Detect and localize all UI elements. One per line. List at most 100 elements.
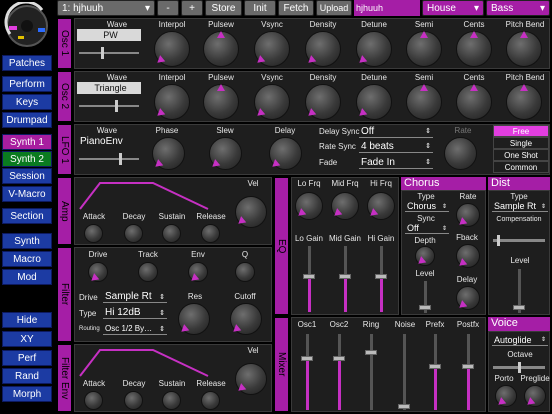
osc-1-wave-select[interactable]: PW [77,29,141,41]
preset-name-field[interactable]: hjhuuh [354,0,420,16]
sidebar-item-morph[interactable]: Morph [2,386,52,402]
tab-osc-1-label: Osc 1 [59,30,70,57]
sidebar-item-section[interactable]: Section [2,208,52,224]
tab-eq[interactable]: EQ [274,177,289,315]
sidebar-item-session[interactable]: Session [2,168,52,184]
voice-mode-select[interactable]: Autoglide ⇕ [492,334,548,346]
filter-track-knob[interactable] [138,262,158,282]
tab-osc-1[interactable]: Osc 1 [57,18,72,69]
sidebar-item-perform[interactable]: Perform [2,76,52,92]
voice-octave-slider[interactable] [493,362,545,373]
store-button[interactable]: Store [205,0,242,16]
tab-amp-label: Amp [59,200,70,222]
filter-env-attack-knob[interactable] [84,391,103,410]
sidebar-item-drumpad[interactable]: Drumpad [2,112,52,128]
lfo-mode-free[interactable]: Free [493,125,549,137]
preset-prev-button[interactable]: - [157,0,179,16]
chorus-type-select[interactable]: Chorus ⇕ [405,201,449,212]
sidebar-item-synth-2[interactable]: Synth 2 [2,151,52,167]
osc-1-wave-slider[interactable] [79,47,139,59]
dist-type-select[interactable]: Sample Rt ⇕ [492,201,548,212]
filter-drive-select[interactable]: Sample Rt ⇕ [103,291,167,303]
filter-res-label: Res [187,292,203,301]
filter-type-select[interactable]: Hi 12dB ⇕ [103,307,167,319]
amp-envelope-graph[interactable] [78,181,228,211]
lfo-mode-single[interactable]: Single [493,137,549,149]
amp-release-knob[interactable] [201,224,220,243]
lfo-rate-knob[interactable] [444,137,477,170]
sidebar-item-xy[interactable]: XY [2,331,52,347]
filter-env-release-knob[interactable] [201,391,220,410]
eq-hi-gain-fill [380,276,383,312]
amp-sustain-knob[interactable] [162,224,181,243]
lfo-1-panel: Wave PianoEnv Phase Slew Delay Delay Syn… [74,124,550,175]
app-logo[interactable] [2,0,52,52]
sidebar-item-keys[interactable]: Keys [2,94,52,110]
filter-routing-select[interactable]: Osc 1/2 By… ⇕ [103,323,167,335]
sidebar-item-perf[interactable]: Perf [2,350,52,366]
sidebar-item-patches[interactable]: Patches [2,55,52,71]
dist-compensation-label: Compensation [496,216,542,223]
lfo-delay-sync-select[interactable]: Off ⇕ [359,125,433,138]
filter-q-knob[interactable] [235,262,255,282]
mixer-ring-slider[interactable] [370,334,373,410]
lfo-mode-one-shot[interactable]: One Shot [493,149,549,161]
stepper-icon: ⇕ [425,128,431,135]
type-select[interactable]: Bass ▾ [486,0,550,16]
lfo-mode-common[interactable]: Common [493,161,549,173]
chorus-type-value: Chorus [407,201,437,211]
init-button[interactable]: Init [244,0,276,16]
osc-2-wave-select[interactable]: Triangle [77,82,141,94]
lfo-wave-select[interactable]: PianoEnv [77,135,141,147]
osc-2-wave-label: Wave [106,73,128,82]
stepper-icon: ⇕ [540,203,546,210]
tab-filter-env[interactable]: Filter Env [57,344,72,412]
preset-select[interactable]: 1: hjhuuh ▾ [57,0,155,16]
osc-2-wave-slider[interactable] [79,100,139,112]
filter-envelope-graph[interactable] [78,348,228,378]
filter-env-label: Env [191,250,205,259]
mixer-ring-label: Ring [362,320,380,329]
slider-handle [398,404,410,409]
tab-lfo-1[interactable]: LFO 1 [57,124,72,175]
tab-mixer[interactable]: Mixer [274,317,289,412]
sidebar-item-mod[interactable]: Mod [2,269,52,285]
preset-next-button[interactable]: + [181,0,203,16]
osc-1-density-label: Density [309,20,337,29]
sidebar-item-synth-1[interactable]: Synth 1 [2,134,52,150]
tab-filter-env-label: Filter Env [59,356,70,400]
sidebar-item-rand[interactable]: Rand [2,368,52,384]
tab-filter[interactable]: Filter [57,247,72,342]
dist-compensation-slider[interactable] [493,235,545,246]
mixer-prefx-label: Prefx [425,320,445,329]
amp-decay-knob[interactable] [124,224,143,243]
stepper-icon: ⇕ [425,159,431,166]
sidebar-item-v-macro[interactable]: V-Macro [2,186,52,202]
sidebar-item-hide[interactable]: Hide [2,312,52,328]
lfo-fade-select[interactable]: Fade In ⇕ [359,156,433,169]
tab-amp[interactable]: Amp [57,177,72,245]
lfo-delay-label: Delay [274,126,296,135]
fetch-button[interactable]: Fetch [278,0,314,16]
amp-attack-knob[interactable] [84,224,103,243]
knob-indicator-icon [420,31,428,38]
lfo-wave-slider[interactable] [79,153,139,165]
filter-env-sustain-knob[interactable] [162,391,181,410]
lfo-rate-sync-select[interactable]: 4 beats ⇕ [359,140,433,153]
stepper-icon: ⇕ [159,325,165,333]
osc-2-panel: Wave Triangle Interpol Pulsew Vsync Dens… [74,71,550,122]
type-label: Bass [491,2,514,14]
lfo-phase-label: Phase [155,126,179,135]
mixer-noise-slider[interactable] [403,334,406,410]
tab-filter-label: Filter [59,283,70,306]
sidebar-item-synth[interactable]: Synth [2,233,52,249]
category-select[interactable]: House ▾ [422,0,484,16]
category-label: House [427,2,456,14]
tab-osc-2[interactable]: Osc 2 [57,71,72,122]
sidebar-item-macro[interactable]: Macro [2,251,52,267]
osc-2-pulsew-label: Pulsew [208,73,234,82]
filter-env-decay-knob[interactable] [124,391,143,410]
chorus-type-label: Type [417,192,435,201]
chorus-sync-select[interactable]: Off ⇕ [405,223,449,234]
upload-button[interactable]: Upload [316,0,352,16]
